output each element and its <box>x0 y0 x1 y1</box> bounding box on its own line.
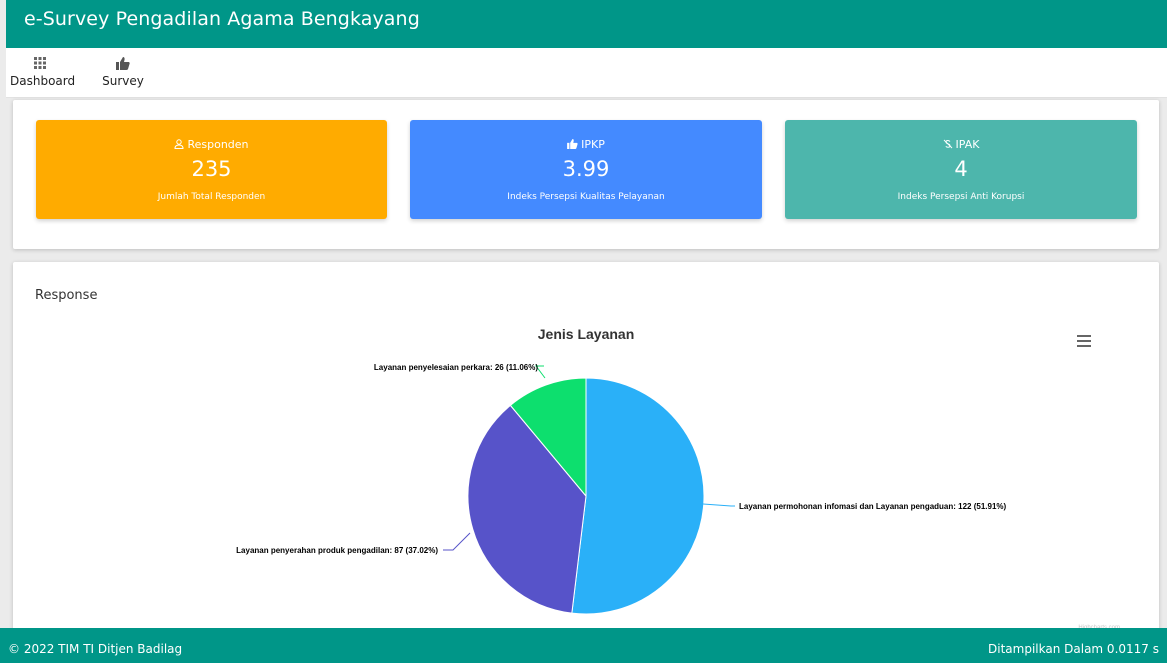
pie-connector <box>443 532 471 551</box>
stat-ipak: IPAK 4 Indeks Persepsi Anti Korupsi <box>785 120 1137 219</box>
stat-caption: Indeks Persepsi Kualitas Pelayanan <box>507 192 665 202</box>
stat-value: 3.99 <box>562 157 610 181</box>
nav-item-survey[interactable]: Survey <box>98 56 148 88</box>
app-title: e-Survey Pengadilan Agama Bengkayang <box>24 8 420 30</box>
stat-value: 235 <box>191 157 232 181</box>
pie-connector <box>702 503 735 507</box>
chart-menu-button[interactable] <box>1077 335 1091 347</box>
footer-copyright: © 2022 TIM TI Ditjen Badilag <box>8 642 183 656</box>
thumbs-up-icon <box>116 57 130 70</box>
pie-data-label: Layanan permohonan infomasi dan Layanan … <box>739 502 1007 511</box>
pie-slice[interactable] <box>571 377 705 615</box>
stat-responden: Responden 235 Jumlah Total Responden <box>36 120 387 219</box>
nav-label-survey: Survey <box>102 74 144 88</box>
footer: © 2022 TIM TI Ditjen Badilag Ditampilkan… <box>0 628 1167 663</box>
no-money-icon <box>943 139 952 149</box>
chart-title: Jenis Layanan <box>538 326 635 342</box>
thumbs-up-icon <box>567 139 578 149</box>
response-card: Response Jenis Layanan Layanan permohona… <box>13 262 1159 642</box>
footer-render-time: Ditampilkan Dalam 0.0117 s <box>988 642 1159 656</box>
stat-ipkp: IPKP 3.99 Indeks Persepsi Kualitas Pelay… <box>410 120 762 219</box>
nav-item-dashboard[interactable]: Dashboard <box>10 56 75 88</box>
grid-icon <box>34 57 46 69</box>
top-app-bar: e-Survey Pengadilan Agama Bengkayang <box>6 0 1167 48</box>
nav-label-dashboard: Dashboard <box>10 74 76 88</box>
stat-label: Responden <box>187 138 249 151</box>
nav-bar: Dashboard Survey <box>6 48 1167 98</box>
stat-label: IPAK <box>955 138 980 151</box>
stat-label: IPKP <box>581 138 605 151</box>
stat-caption: Jumlah Total Responden <box>157 192 266 202</box>
stat-caption: Indeks Persepsi Anti Korupsi <box>897 192 1025 202</box>
pie-chart: Jenis Layanan Layanan permohonan infomas… <box>236 326 1120 631</box>
user-icon <box>174 139 184 149</box>
pie-data-label: Layanan penyerahan produk pengadilan: 87… <box>236 546 438 555</box>
stat-value: 4 <box>954 157 968 181</box>
stats-card: Responden 235 Jumlah Total Responden IPK… <box>13 100 1159 249</box>
pie-data-label: Layanan penyelesaian perkara: 26 (11.06%… <box>374 363 538 372</box>
